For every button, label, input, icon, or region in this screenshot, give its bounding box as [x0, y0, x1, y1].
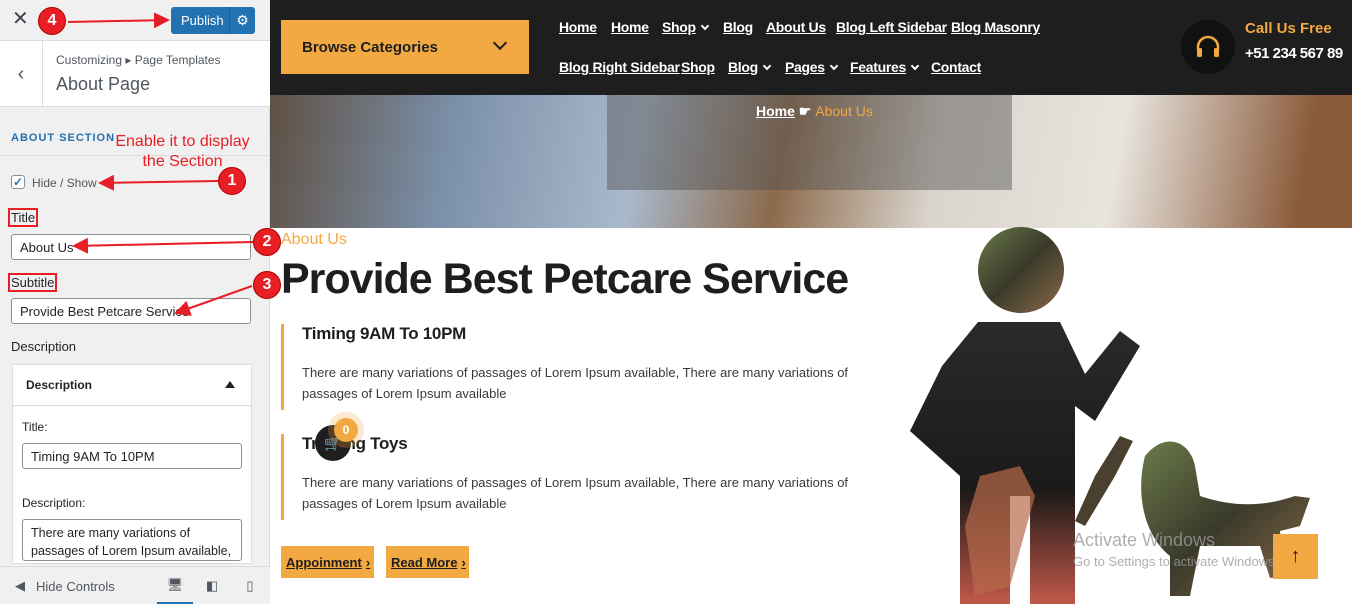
close-icon[interactable]: ✕ — [12, 7, 29, 31]
section-title: About Page — [56, 74, 151, 94]
annotation-marker: 2 — [253, 228, 281, 256]
hide-controls-label[interactable]: Hide Controls — [36, 567, 115, 604]
back-arrow-icon[interactable]: ‹ — [0, 41, 43, 107]
description-header-label: Description — [26, 378, 93, 392]
activation-watermark-title: Activate Windows — [1073, 530, 1216, 550]
publish-label: Publish — [181, 13, 224, 28]
about-eyebrow: About Us — [281, 231, 347, 248]
nav-shop-label: Shop — [662, 19, 696, 35]
annotation-marker: 4 — [38, 7, 66, 35]
title-field-label: Title — [7, 208, 39, 227]
publish-button[interactable]: Publish ⚙ — [171, 7, 255, 34]
activation-watermark-subtitle: Go to Settings to activate Windows. — [1073, 554, 1279, 569]
desc-title-label: Title: — [22, 420, 48, 434]
site-preview: Browse Categories Home Home Shop Blog Ab… — [270, 0, 1352, 604]
gear-icon[interactable]: ⚙ — [229, 7, 255, 34]
tablet-preview-icon[interactable]: ◧ — [197, 567, 227, 604]
desktop-preview-icon[interactable]: 🖥 — [157, 567, 193, 604]
description-repeater-header[interactable]: Description — [13, 365, 251, 406]
nav-contact[interactable]: Contact — [931, 59, 981, 75]
hide-show-checkbox[interactable]: ✓ — [11, 175, 25, 189]
site-header: Browse Categories Home Home Shop Blog Ab… — [270, 0, 1352, 95]
read-more-button[interactable]: Read More › — [386, 546, 469, 578]
nav-home-2[interactable]: Home — [611, 19, 649, 35]
nav-blog-left-sidebar[interactable]: Blog Left Sidebar — [836, 19, 947, 35]
nav-about-us[interactable]: About Us — [766, 19, 826, 35]
browse-categories-button[interactable]: Browse Categories — [281, 20, 529, 74]
annotation-marker: 3 — [253, 271, 281, 299]
nav-home[interactable]: Home — [559, 19, 597, 35]
breadcrumb-path: Customizing ▸ Page Templates — [56, 53, 221, 67]
customizer-breadcrumb: ‹ Customizing ▸ Page Templates About Pag… — [0, 41, 270, 107]
desc-title-input[interactable]: Timing 9AM To 10PM — [22, 443, 242, 469]
about-item-title: Training Toys — [302, 434, 408, 453]
about-item: Training Toys There are many variations … — [281, 434, 881, 520]
appoinment-label: Appoinment — [286, 554, 362, 570]
subtitle-input[interactable]: Provide Best Petcare Service — [11, 298, 251, 324]
chevron-right-icon: › — [461, 554, 466, 570]
mobile-preview-icon[interactable]: ▯ — [235, 567, 265, 604]
chevron-down-icon — [829, 61, 838, 71]
scroll-to-top-button[interactable]: ↑ — [1273, 534, 1318, 579]
about-item: Timing 9AM To 10PM There are many variat… — [281, 324, 881, 410]
about-item-text: There are many variations of passages of… — [302, 365, 849, 401]
nav-shop[interactable]: Shop — [662, 19, 710, 35]
description-repeater: Description Title: Timing 9AM To 10PM De… — [12, 364, 252, 564]
customizer-footer: ◀ Hide Controls 🖥 ◧ ▯ — [0, 566, 270, 604]
breadcrumb-current: About Us — [815, 103, 873, 119]
chevron-right-icon: › — [365, 554, 371, 570]
customizer-panel: ✕ Publish ⚙ ‹ Customizing ▸ Page Templat… — [0, 0, 270, 604]
nav-pages[interactable]: Pages — [785, 59, 838, 75]
desc-description-label: Description: — [22, 496, 86, 510]
read-more-label: Read More — [391, 554, 458, 570]
page-breadcrumb: Home ☛ About Us — [756, 103, 873, 120]
headphones-icon — [1181, 20, 1235, 74]
nav-shop-2[interactable]: Shop — [681, 59, 715, 75]
nav-blog-masonry[interactable]: Blog Masonry — [951, 19, 1040, 35]
appoinment-button[interactable]: Appoinment › — [281, 546, 374, 578]
nav-blog-2[interactable]: Blog — [728, 59, 772, 75]
about-item-title: Timing 9AM To 10PM — [302, 324, 466, 343]
breadcrumb-home-link[interactable]: Home — [756, 103, 795, 119]
hide-show-label: Hide / Show — [32, 176, 97, 190]
subtitle-field-label: Subtitle — [7, 273, 58, 292]
chevron-down-icon — [910, 61, 920, 71]
browse-categories-label: Browse Categories — [302, 38, 438, 56]
collapse-triangle-icon[interactable] — [225, 381, 235, 388]
chevron-down-icon — [700, 21, 710, 31]
cart-count-badge: 0 — [334, 418, 358, 442]
call-us-label: Call Us Free — [1245, 20, 1332, 37]
chevron-down-icon — [492, 35, 508, 51]
title-input[interactable]: About Us — [11, 234, 251, 260]
nav-features[interactable]: Features — [850, 59, 920, 75]
nav-pages-label: Pages — [785, 59, 825, 75]
nav-blog-2-label: Blog — [728, 59, 758, 75]
call-us-number[interactable]: +51 234 567 89 — [1245, 45, 1343, 62]
description-label: Description — [11, 339, 77, 354]
about-item-text: There are many variations of passages of… — [302, 475, 849, 511]
hide-controls-icon[interactable]: ◀ — [10, 567, 30, 604]
nav-features-label: Features — [850, 59, 906, 75]
annotation-marker: 1 — [218, 167, 246, 195]
chevron-down-icon — [762, 61, 772, 71]
nav-blog[interactable]: Blog — [723, 19, 753, 35]
arrow-up-icon: ↑ — [1290, 545, 1301, 567]
paw-pointer-icon: ☛ — [798, 103, 816, 119]
annotation-note: Enable it to display the Section — [100, 132, 265, 172]
annotation-note-line1: Enable it to display — [115, 133, 250, 150]
desc-description-textarea[interactable]: There are many variations of passages of… — [22, 519, 242, 561]
nav-blog-right-sidebar[interactable]: Blog Right Sidebar — [559, 59, 680, 75]
about-heading: Provide Best Petcare Service — [281, 255, 849, 303]
